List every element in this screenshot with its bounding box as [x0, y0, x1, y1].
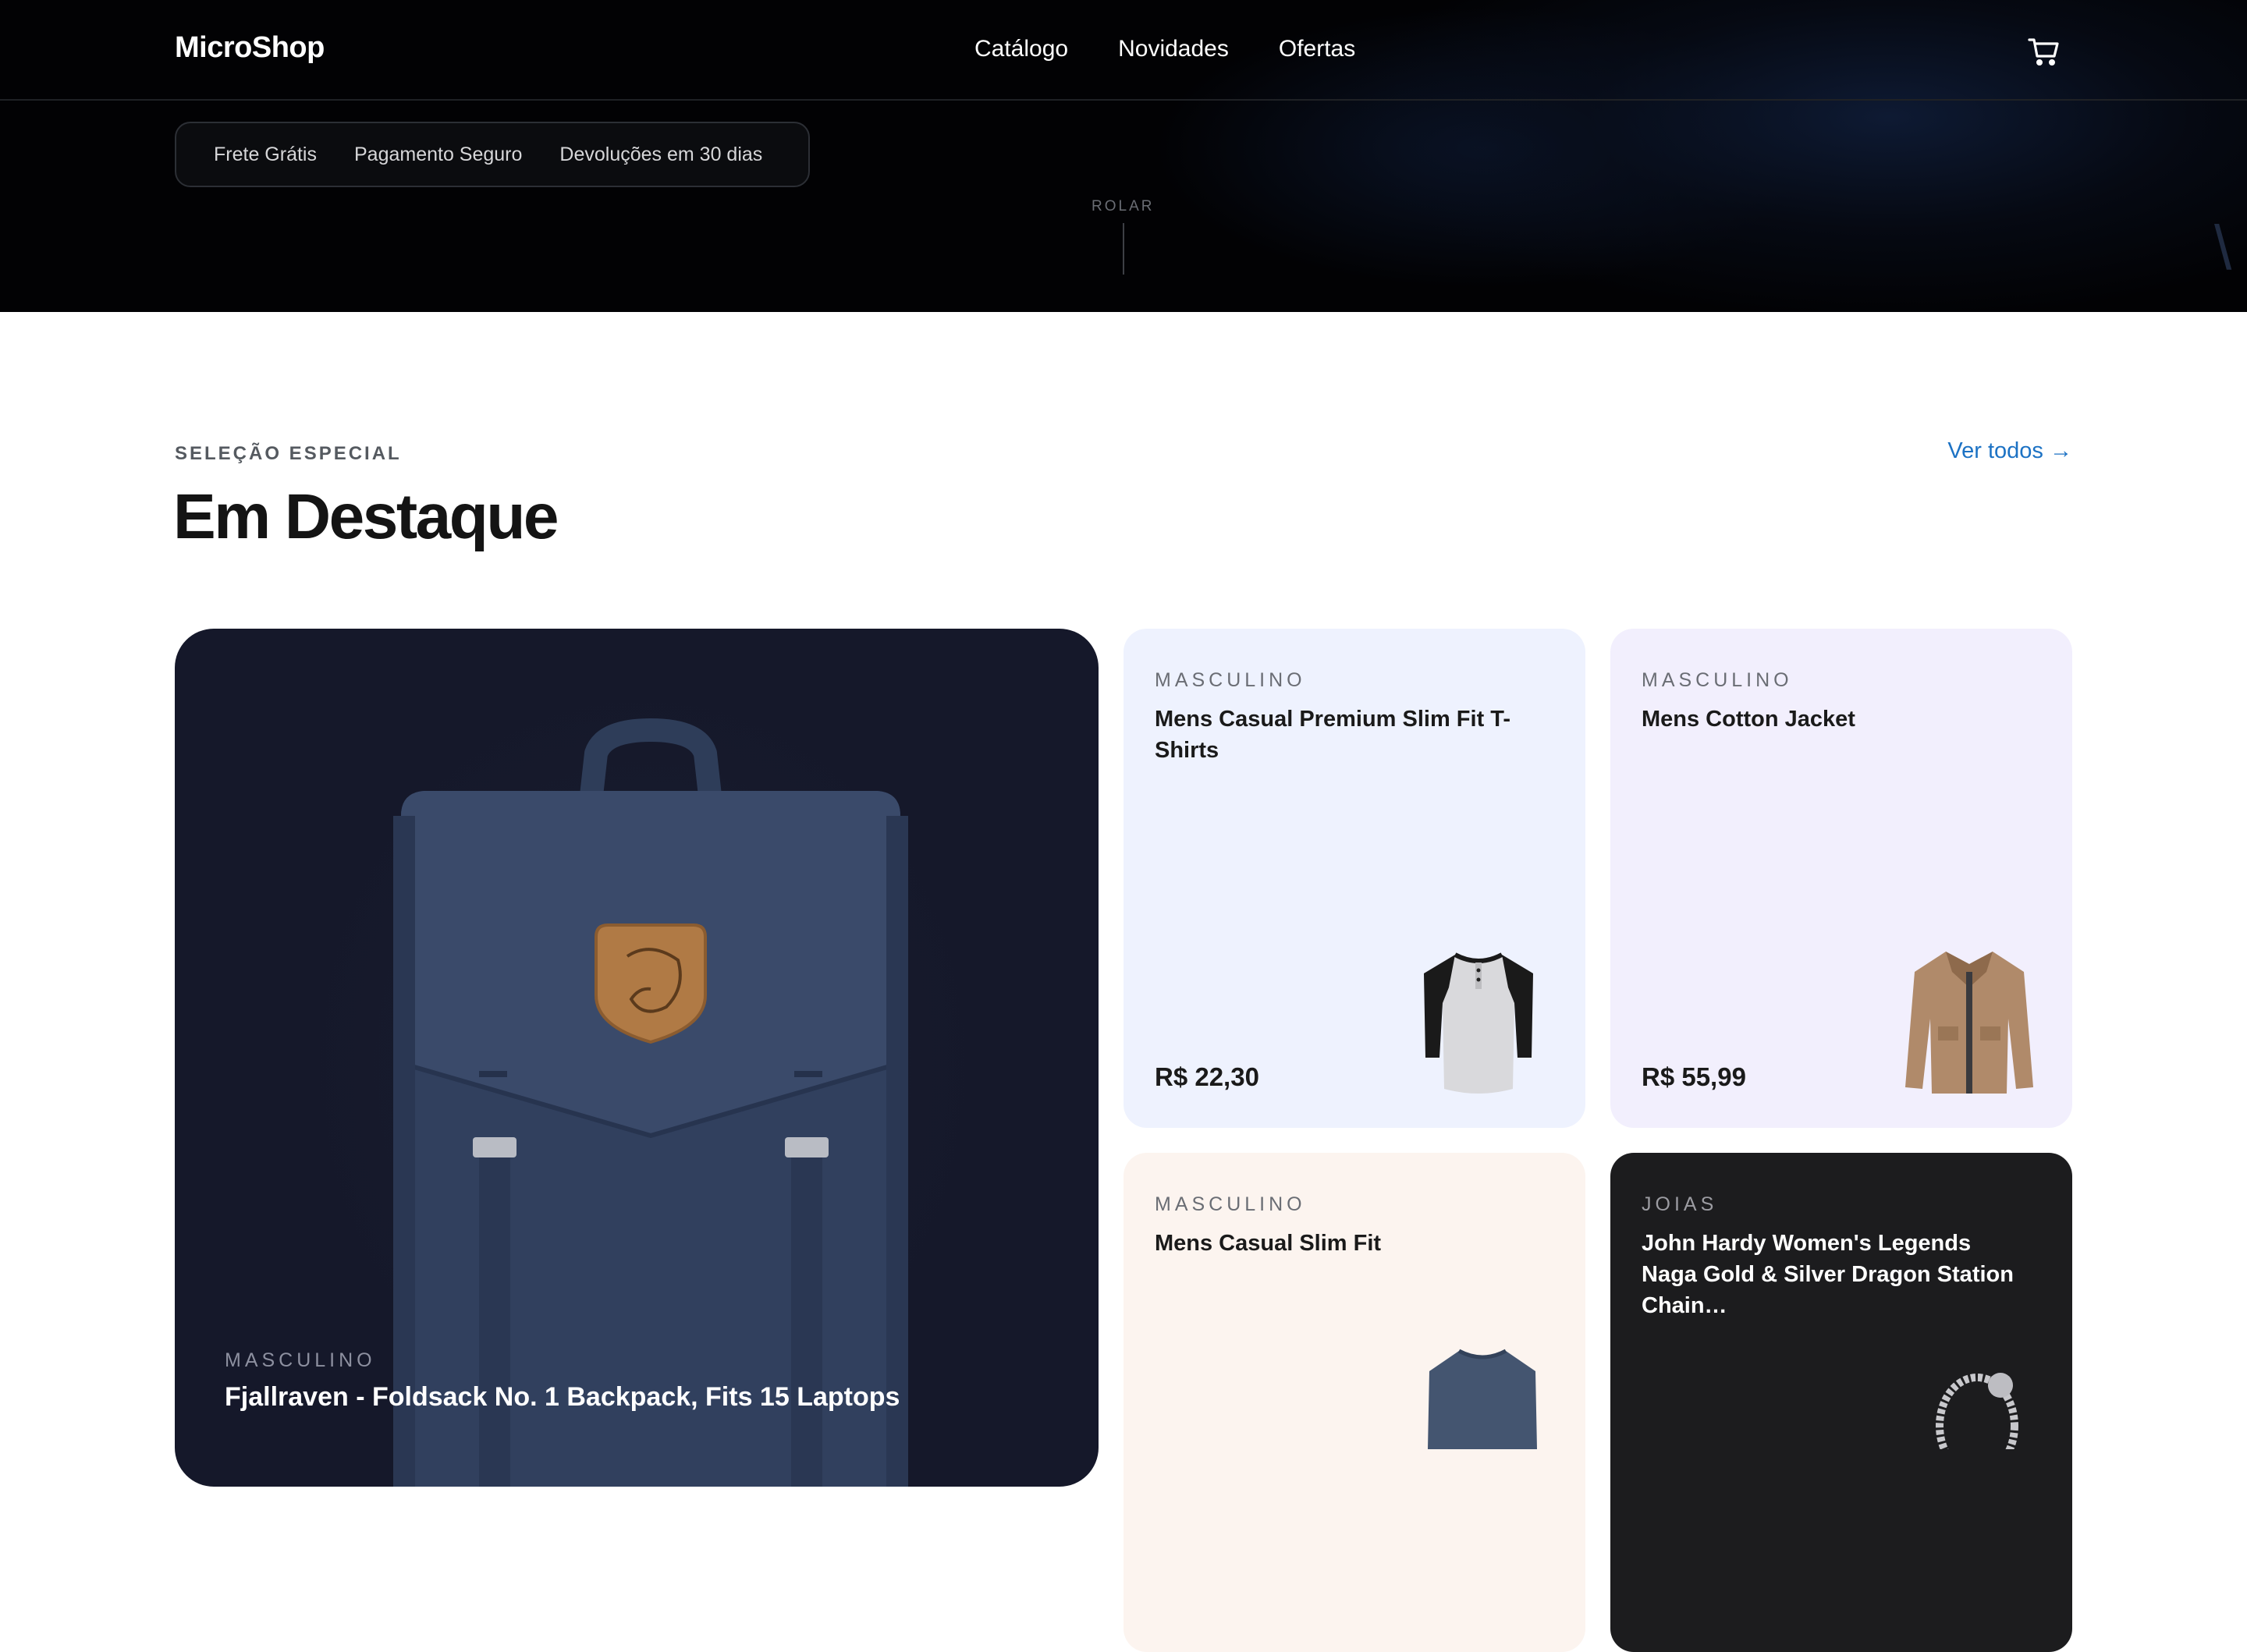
- hero-banner: MicroShop Catálogo Novidades Ofertas Fre…: [0, 0, 2247, 312]
- benefit-returns: Devoluções em 30 dias: [559, 143, 763, 165]
- view-all-link[interactable]: Ver todos →: [1947, 438, 2072, 464]
- hero-decorative-glyph: \: [2214, 213, 2232, 282]
- section-title: Em Destaque: [173, 481, 559, 552]
- section-eyebrow: SELEÇÃO ESPECIAL: [175, 443, 402, 464]
- scroll-indicator-line: [1123, 223, 1124, 275]
- benefit-secure-payment: Pagamento Seguro: [353, 143, 523, 165]
- cart-icon[interactable]: [2025, 33, 2063, 70]
- nav-catalogo[interactable]: Catálogo: [974, 36, 1068, 62]
- product-category: MASCULINO: [1155, 1193, 1306, 1215]
- product-title[interactable]: John Hardy Women's Legends Naga Gold & S…: [1642, 1228, 2032, 1321]
- main-nav: Catálogo Novidades Ofertas: [974, 36, 1355, 62]
- top-navigation-bar: MicroShop Catálogo Novidades Ofertas: [0, 0, 2247, 101]
- featured-product-card-main[interactable]: MASCULINO Fjallraven - Foldsack No. 1 Ba…: [175, 629, 1099, 1487]
- product-category: MASCULINO: [1642, 669, 1793, 691]
- product-card[interactable]: JOIAS John Hardy Women's Legends Naga Go…: [1610, 1153, 2072, 1652]
- tshirt-image: [1424, 952, 1533, 1094]
- product-category: JOIAS: [1642, 1193, 1718, 1215]
- product-price: R$ 22,30: [1155, 1062, 1259, 1091]
- product-title[interactable]: Mens Casual Slim Fit: [1155, 1228, 1545, 1259]
- bracelet-image: [1936, 1373, 2018, 1449]
- product-title[interactable]: Fjallraven - Foldsack No. 1 Backpack, Fi…: [225, 1382, 900, 1413]
- product-title[interactable]: Mens Casual Premium Slim Fit T-Shirts: [1155, 704, 1545, 766]
- site-logo[interactable]: MicroShop: [175, 31, 325, 65]
- product-category: MASCULINO: [225, 1349, 376, 1371]
- product-card[interactable]: MASCULINO Mens Casual Premium Slim Fit T…: [1124, 629, 1585, 1128]
- product-card[interactable]: MASCULINO Mens Cotton Jacket R$ 55,99: [1610, 629, 2072, 1128]
- benefit-free-shipping: Frete Grátis: [214, 143, 317, 165]
- longsleeve-image: [1428, 1349, 1537, 1449]
- product-card[interactable]: MASCULINO Mens Casual Slim Fit: [1124, 1153, 1585, 1652]
- product-title[interactable]: Mens Cotton Jacket: [1642, 704, 2032, 735]
- nav-ofertas[interactable]: Ofertas: [1279, 36, 1355, 62]
- backpack-image: [393, 718, 908, 1487]
- scroll-hint: ROLAR: [1092, 198, 1155, 214]
- benefits-bar: Frete Grátis Pagamento Seguro Devoluções…: [175, 122, 810, 187]
- jacket-image: [1905, 952, 2033, 1094]
- nav-novidades[interactable]: Novidades: [1118, 36, 1229, 62]
- product-price: R$ 55,99: [1642, 1062, 1746, 1091]
- product-category: MASCULINO: [1155, 669, 1306, 691]
